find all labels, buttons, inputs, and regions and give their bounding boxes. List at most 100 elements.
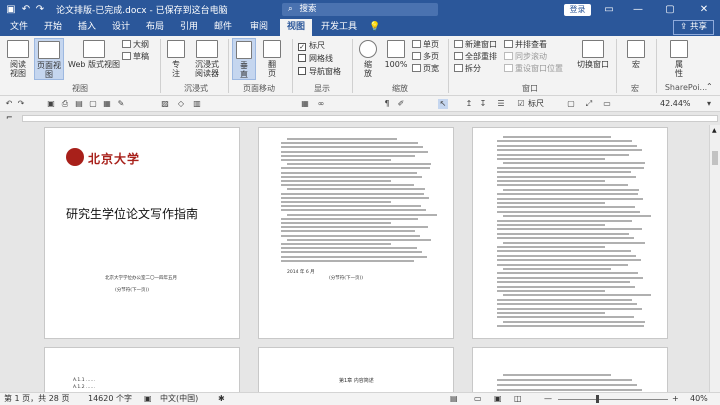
vertical-scrollbar[interactable]: ▲ (709, 125, 720, 392)
word-count[interactable]: 14620 个字 (88, 393, 132, 405)
print-layout-view-icon[interactable]: ▣ (494, 393, 502, 405)
language-indicator[interactable]: 中文(中国) (160, 393, 198, 405)
tab-review[interactable]: 审阅 (244, 19, 274, 36)
nav-pane-checkbox[interactable]: 导航窗格 (298, 67, 341, 77)
search-box[interactable]: ⌕ 搜索 (282, 3, 438, 16)
tab-home[interactable]: 开始 (38, 19, 68, 36)
macros-button[interactable]: 宏 (624, 40, 648, 69)
focus-button[interactable]: 专 注 (165, 40, 187, 78)
tab-developer[interactable]: 开发工具 (316, 19, 362, 36)
page-preface[interactable]: 2014 年 6 月 (分节符(下一页)) (258, 127, 454, 339)
scroll-thumb[interactable] (712, 151, 718, 165)
side-by-side-button[interactable]: 并排查看 (504, 40, 547, 50)
ribbon-display-icon[interactable]: ▭ (602, 0, 616, 19)
format-icon[interactable]: ✐ (396, 99, 406, 109)
side-to-side-button[interactable]: 翻 页 (260, 40, 284, 78)
minimize-icon[interactable]: — (624, 0, 652, 19)
focus-mode-icon[interactable]: ▤ (450, 393, 458, 405)
tab-layout[interactable]: 布局 (140, 19, 170, 36)
zoom-slider[interactable] (558, 399, 668, 400)
box-icon[interactable]: ▢ (566, 99, 576, 109)
vertical-button[interactable]: 垂 直 (232, 38, 256, 80)
ruler-checkbox[interactable]: ✓ 标尺 (298, 41, 325, 51)
shape-icon[interactable]: ◇ (176, 99, 186, 109)
web-layout-button[interactable]: Web 版式视图 (68, 40, 120, 69)
split-button[interactable]: 拆分 (454, 64, 481, 74)
redo-icon[interactable]: ↷ (16, 99, 26, 109)
new-window-button[interactable]: 新建窗口 (454, 40, 497, 50)
focus-label: 专 注 (172, 60, 180, 78)
document-canvas[interactable]: 北京大学 研究生学位论文写作指南 北京大学学位办公室二〇一四年五月 (分节符(下… (0, 125, 709, 392)
maximize-icon[interactable]: ▢ (656, 0, 684, 19)
tab-references[interactable]: 引用 (174, 19, 204, 36)
link-icon[interactable]: ∞ (316, 99, 326, 109)
page-width-button[interactable]: 页宽 (412, 64, 439, 74)
read-mode-button[interactable]: 阅读 视图 (5, 40, 31, 78)
arrow-down-icon[interactable]: ↧ (478, 99, 488, 109)
zoom-100-button[interactable]: 100% (384, 40, 408, 69)
tab-mailings[interactable]: 邮件 (208, 19, 238, 36)
zoom-qat-value[interactable]: 42.44% (660, 99, 691, 109)
tab-stop-icon[interactable]: ⌐ (6, 113, 13, 122)
redo-icon[interactable]: ↷ (34, 0, 46, 19)
collapse-ribbon-icon[interactable]: ⌃ (706, 82, 713, 92)
web-layout-view-icon[interactable]: ◫ (514, 393, 522, 405)
lightbulb-icon[interactable]: 💡 (368, 19, 382, 36)
list-icon[interactable]: ☰ (496, 99, 506, 109)
share-button[interactable]: ⇪ 共享 (673, 20, 714, 35)
undo-icon[interactable]: ↶ (20, 0, 32, 19)
tab-file[interactable]: 文件 (2, 19, 36, 36)
pointer-icon[interactable]: ↖ (438, 99, 448, 109)
chart-icon[interactable]: ▥ (192, 99, 202, 109)
page-cover[interactable]: 北京大学 研究生学位论文写作指南 北京大学学位办公室二〇一四年五月 (分节符(下… (44, 127, 240, 339)
immersive-reader-button[interactable]: 沉浸式 阅读器 (190, 40, 224, 78)
zoom-button[interactable]: 缩 放 (356, 40, 380, 78)
fullscreen-icon[interactable]: ⤢ (584, 99, 594, 109)
grid-icon[interactable]: ▦ (300, 99, 310, 109)
accessibility-icon[interactable]: ✱ (218, 393, 225, 405)
properties-label: 属 性 (675, 60, 683, 78)
scroll-up-icon[interactable]: ▲ (712, 127, 717, 134)
window-icon[interactable]: ▭ (602, 99, 612, 109)
paragraph-icon[interactable]: ¶ (382, 99, 392, 109)
read-mode-view-icon[interactable]: ▭ (474, 393, 482, 405)
arrange-all-button[interactable]: 全部重排 (454, 52, 497, 62)
new-icon[interactable]: ▢ (88, 99, 98, 109)
zoom-in-icon[interactable]: + (672, 393, 679, 405)
gridlines-checkbox[interactable]: 网格线 (298, 54, 333, 64)
arrow-up-icon[interactable]: ↥ (464, 99, 474, 109)
undo-icon[interactable]: ↶ (4, 99, 14, 109)
page-count[interactable]: 第 1 页，共 28 页 (4, 393, 69, 405)
zoom-out-icon[interactable]: — (544, 393, 552, 405)
zoom-slider-thumb[interactable] (596, 395, 599, 403)
ruler-toggle-icon[interactable]: ☑ (516, 99, 526, 109)
tab-design[interactable]: 设计 (106, 19, 136, 36)
print-icon[interactable]: ⎙ (60, 99, 70, 109)
format-painter-icon[interactable]: ✎ (116, 99, 126, 109)
print-layout-button[interactable]: 页面视图 (34, 38, 64, 80)
open-icon[interactable]: ▤ (74, 99, 84, 109)
tab-view[interactable]: 视图 (280, 19, 312, 36)
proofing-icon[interactable]: ▣ (144, 393, 152, 405)
draft-button[interactable]: 草稿 (122, 52, 149, 62)
text-line (281, 217, 418, 220)
qat-more-icon[interactable]: ▾ (704, 99, 714, 109)
save-icon[interactable]: ▣ (4, 0, 18, 19)
switch-window-button[interactable]: 切换窗口 (576, 40, 610, 69)
save-icon[interactable]: ▣ (46, 99, 56, 109)
page-row2-left[interactable]: A.1.1 …… A.1.2 …… (44, 347, 240, 392)
zoom-percentage[interactable]: 40% (690, 393, 708, 405)
multi-page-button[interactable]: 多页 (412, 52, 439, 62)
image-icon[interactable]: ▨ (160, 99, 170, 109)
one-page-button[interactable]: 单页 (412, 40, 439, 50)
properties-button[interactable]: 属 性 (666, 40, 692, 78)
table-icon[interactable]: ▦ (102, 99, 112, 109)
page-row2-right[interactable] (472, 347, 668, 392)
tab-insert[interactable]: 插入 (72, 19, 102, 36)
text-line (497, 384, 637, 386)
close-icon[interactable]: ✕ (690, 0, 718, 19)
page-toc[interactable] (472, 127, 668, 339)
page-row2-middle[interactable]: 第1章 内容简述 (258, 347, 454, 392)
login-button[interactable]: 登录 (564, 4, 591, 16)
outline-button[interactable]: 大纲 (122, 40, 149, 50)
